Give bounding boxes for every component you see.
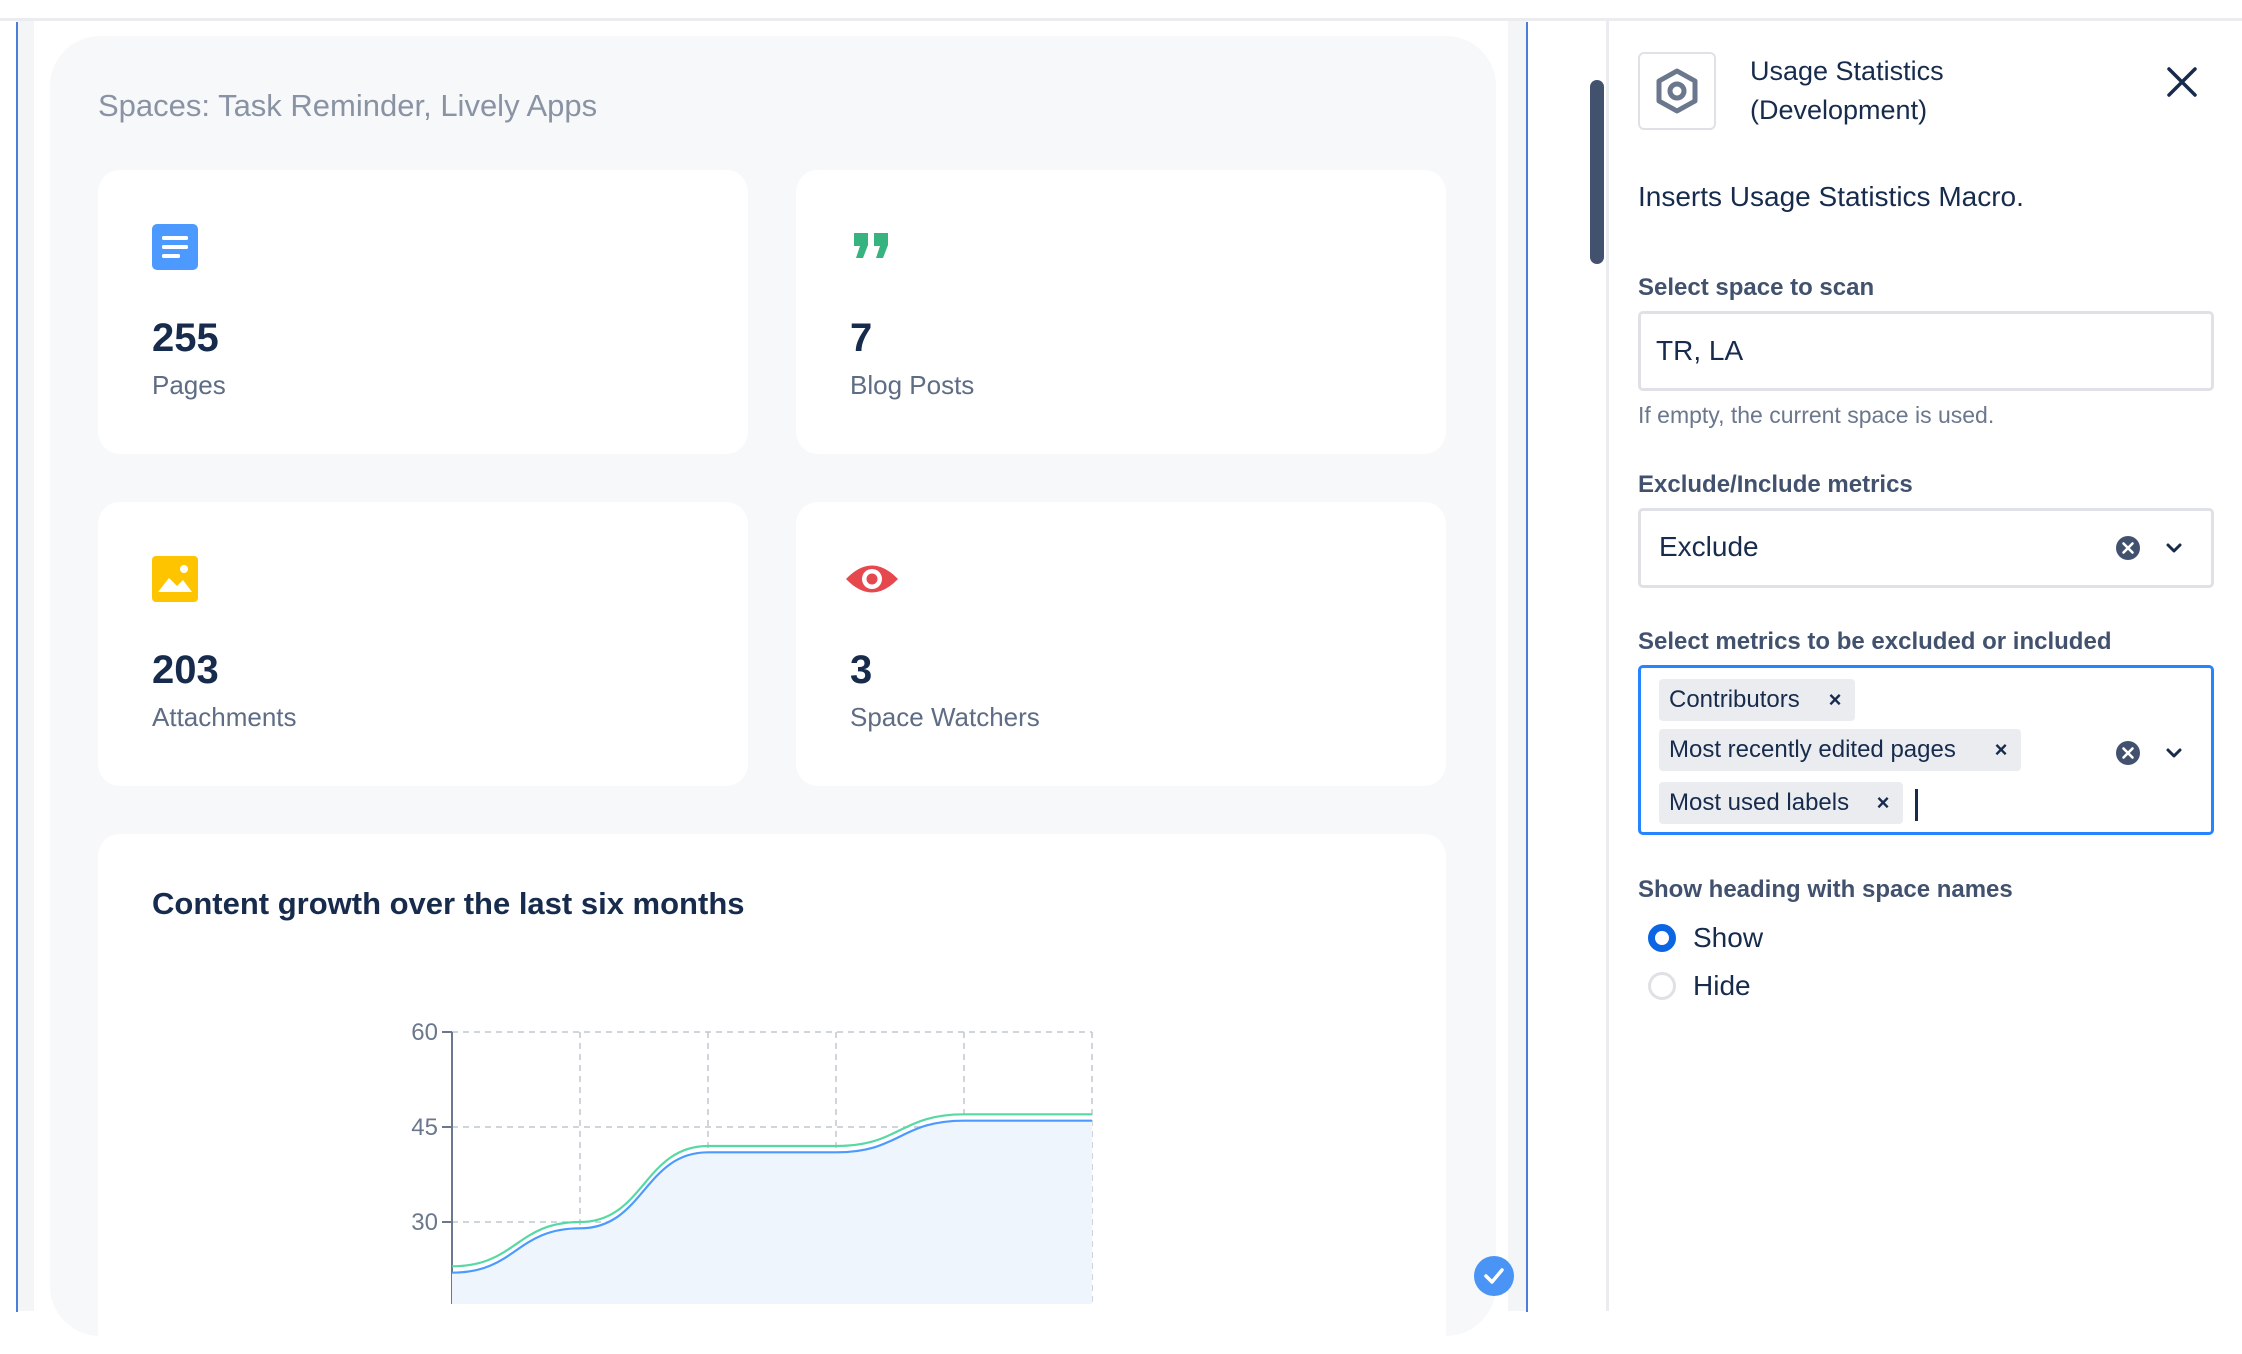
eye-icon <box>844 556 900 602</box>
space-input[interactable] <box>1638 311 2214 391</box>
pages-label: Pages <box>152 370 226 400</box>
image-icon <box>152 556 198 602</box>
chart-y-tick-label: 60 <box>411 1019 438 1046</box>
metrics-mode-select[interactable]: Exclude <box>1638 508 2214 588</box>
content-growth-chart-card: Content growth over the last six months … <box>98 834 1446 1354</box>
tag-most-used-labels: Most used labels × <box>1659 782 1903 824</box>
stat-card-blog-posts: 7 Blog Posts <box>796 170 1446 454</box>
tag-remove-icon[interactable]: × <box>1821 679 1849 721</box>
radio-show-label[interactable]: Show <box>1693 922 1763 954</box>
tag-remove-icon[interactable]: × <box>1869 782 1897 824</box>
radio-show[interactable] <box>1648 924 1676 952</box>
space-watchers-label: Space Watchers <box>850 702 1040 732</box>
metrics-mode-label: Exclude/Include metrics <box>1638 471 1913 498</box>
spaces-heading: Spaces: Task Reminder, Lively Apps <box>98 88 598 123</box>
stat-card-space-watchers: 3 Space Watchers <box>796 502 1446 786</box>
space-field-help: If empty, the current space is used. <box>1638 402 1995 428</box>
tag-label: Most recently edited pages <box>1669 736 1956 763</box>
macro-description: Inserts Usage Statistics Macro. <box>1638 181 2024 212</box>
chart-y-tick-label: 30 <box>411 1209 438 1236</box>
quote-icon <box>850 224 896 270</box>
radio-hide[interactable] <box>1648 972 1676 1000</box>
radio-hide-label[interactable]: Hide <box>1693 970 1751 1002</box>
check-icon[interactable] <box>1474 1256 1514 1296</box>
top-bar <box>0 0 2242 21</box>
stat-card-attachments: 203 Attachments <box>98 502 748 786</box>
panel-divider <box>1606 21 1609 1311</box>
macro-icon <box>1638 52 1716 130</box>
space-field-label: Select space to scan <box>1638 274 1875 301</box>
tag-contributors: Contributors × <box>1659 679 1855 721</box>
tag-remove-icon[interactable]: × <box>1987 729 2015 771</box>
attachments-label: Attachments <box>152 702 297 732</box>
heading-toggle-label: Show heading with space names <box>1638 876 2013 903</box>
pages-icon <box>152 224 198 270</box>
chart-area-fill <box>452 1120 1092 1304</box>
text-caret <box>1915 789 1918 821</box>
close-icon[interactable] <box>2160 60 2204 104</box>
clear-icon[interactable] <box>2115 535 2141 561</box>
metrics-mode-value: Exclude <box>1659 531 1759 562</box>
chart-y-tick-label: 45 <box>411 1114 438 1141</box>
stat-card-pages: 255 Pages <box>98 170 748 454</box>
space-watchers-count: 3 <box>850 648 873 692</box>
attachments-count: 203 <box>152 648 219 692</box>
pages-count: 255 <box>152 316 219 360</box>
chevron-down-icon[interactable] <box>2163 537 2185 559</box>
macro-title: Usage Statistics (Development) <box>1750 56 1944 125</box>
metrics-select-label: Select metrics to be excluded or include… <box>1638 628 2112 655</box>
tag-most-recently-edited-pages: Most recently edited pages × <box>1659 729 2021 771</box>
content-growth-chart: 60 45 30 <box>411 1019 1093 1304</box>
clear-icon[interactable] <box>2115 740 2141 766</box>
tag-label: Contributors <box>1669 686 1800 713</box>
tag-label: Most used labels <box>1669 789 1850 816</box>
blog-posts-count: 7 <box>850 316 873 360</box>
scrollbar-thumb[interactable] <box>1590 80 1604 264</box>
metrics-multi-select[interactable]: Contributors × Most recently edited page… <box>1638 665 2214 835</box>
chevron-down-icon[interactable] <box>2163 742 2185 764</box>
blog-posts-label: Blog Posts <box>850 370 975 400</box>
